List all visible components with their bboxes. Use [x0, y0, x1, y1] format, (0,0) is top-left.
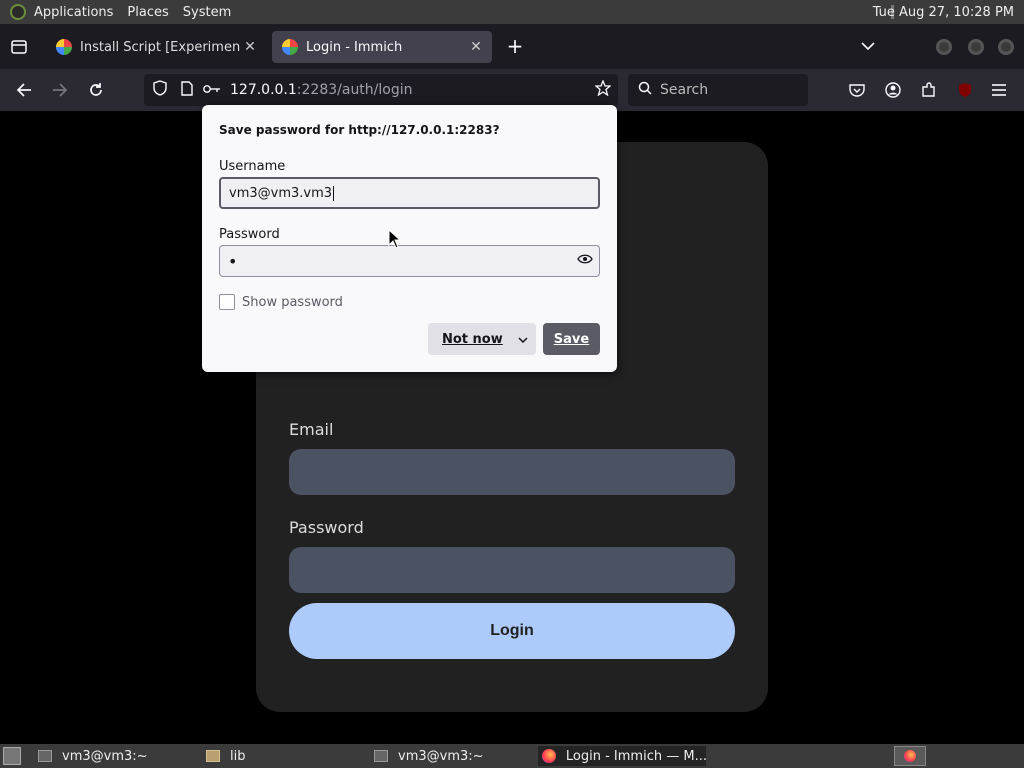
email-field[interactable]: [289, 449, 735, 495]
system-top-panel: Applications Places System Tue Aug 27, 1…: [0, 0, 1024, 24]
password-field[interactable]: •: [219, 245, 600, 277]
taskbar-item-lib[interactable]: lib: [206, 746, 366, 766]
taskbar-item-label: lib: [230, 748, 246, 764]
workspace-switcher[interactable]: [894, 746, 926, 766]
account-icon[interactable]: [882, 79, 904, 101]
popup-heading: Save password for http://127.0.0.1:2283?: [219, 123, 500, 137]
show-password-checkbox[interactable]: [219, 294, 235, 310]
close-window-icon[interactable]: [998, 39, 1014, 55]
maximize-window-icon[interactable]: [968, 39, 984, 55]
not-now-button[interactable]: Not now: [428, 323, 536, 355]
minimize-window-icon[interactable]: [936, 39, 952, 55]
username-field[interactable]: vm3@vm3.vm3: [219, 177, 600, 209]
password-field[interactable]: [289, 547, 735, 593]
tab-title: Login - Immich: [306, 39, 403, 55]
forward-arrow-icon[interactable]: [48, 79, 72, 101]
chevron-down-icon[interactable]: [518, 332, 528, 346]
firefox-icon: [904, 750, 916, 762]
tab-overflow-chevron-icon[interactable]: [858, 36, 878, 56]
tab-install-script[interactable]: Install Script [Experimental] ✕: [46, 31, 266, 63]
taskbar-item-terminal-2[interactable]: vm3@vm3:~: [374, 746, 534, 766]
taskbar-item-label: vm3@vm3:~: [398, 748, 484, 764]
system-menu[interactable]: System: [183, 5, 231, 20]
tab-list-icon[interactable]: [8, 37, 30, 57]
url-path: :2283/auth/login: [296, 82, 413, 98]
pocket-icon[interactable]: [846, 79, 868, 101]
not-now-label: Not now: [442, 331, 503, 347]
password-label: Password: [289, 518, 364, 537]
tab-login-immich[interactable]: Login - Immich ✕: [272, 31, 492, 63]
tab-title: Install Script [Experimental]: [80, 39, 240, 55]
url-host: 127.0.0.1: [230, 82, 297, 98]
terminal-icon: [374, 750, 388, 762]
bookmark-star-icon[interactable]: [594, 79, 612, 100]
mouse-cursor-icon: [388, 229, 402, 249]
search-input[interactable]: Search: [628, 74, 808, 106]
tab-close-icon[interactable]: ✕: [466, 39, 486, 55]
back-arrow-icon[interactable]: [12, 79, 36, 101]
url-bar[interactable]: 127.0.0.1:2283/auth/login: [144, 74, 618, 106]
firefox-icon: [542, 749, 556, 763]
show-desktop-icon[interactable]: [3, 747, 21, 765]
search-placeholder: Search: [660, 82, 709, 98]
applications-menu[interactable]: Applications: [34, 5, 113, 20]
save-button[interactable]: Save: [543, 323, 600, 355]
reload-icon[interactable]: [84, 79, 108, 101]
terminal-icon: [38, 750, 52, 762]
taskbar: vm3@vm3:~ lib vm3@vm3:~ Login - Immich —…: [0, 744, 1024, 768]
folder-icon: [206, 750, 220, 762]
taskbar-item-label: Login - Immich — M...: [565, 748, 706, 764]
clock[interactable]: Tue Aug 27, 10:28 PM: [873, 5, 1014, 20]
username-value: vm3@vm3.vm3: [229, 185, 333, 201]
taskbar-item-terminal-1[interactable]: vm3@vm3:~: [38, 746, 198, 766]
email-label: Email: [289, 420, 334, 439]
url-text[interactable]: 127.0.0.1:2283/auth/login: [230, 82, 413, 98]
shield-icon[interactable]: [153, 80, 167, 100]
browser-tab-strip: Install Script [Experimental] ✕ Login - …: [0, 24, 1024, 69]
password-label: Password: [219, 227, 280, 242]
key-icon[interactable]: [203, 82, 221, 98]
favicon-icon: [56, 39, 72, 55]
places-menu[interactable]: Places: [127, 5, 168, 20]
distro-logo-icon[interactable]: [10, 4, 26, 20]
save-password-popup: Save password for http://127.0.0.1:2283?…: [202, 105, 617, 372]
login-button[interactable]: Login: [289, 603, 735, 659]
ublock-origin-icon[interactable]: [954, 79, 976, 101]
hamburger-menu-icon[interactable]: [988, 79, 1010, 101]
extensions-icon[interactable]: [918, 79, 940, 101]
search-icon: [638, 81, 652, 99]
new-tab-plus-icon[interactable]: +: [504, 34, 526, 58]
show-password-row[interactable]: Show password: [219, 294, 343, 310]
password-value: •: [228, 251, 238, 271]
taskbar-item-label: vm3@vm3:~: [62, 748, 148, 764]
username-label: Username: [219, 159, 286, 174]
taskbar-item-firefox[interactable]: Login - Immich — M...: [538, 746, 706, 766]
tab-close-icon[interactable]: ✕: [240, 39, 260, 55]
page-info-icon[interactable]: [181, 80, 193, 100]
show-password-label: Show password: [242, 294, 343, 310]
favicon-icon: [282, 39, 298, 55]
text-caret: [333, 185, 335, 201]
reveal-password-eye-icon[interactable]: [577, 253, 593, 269]
